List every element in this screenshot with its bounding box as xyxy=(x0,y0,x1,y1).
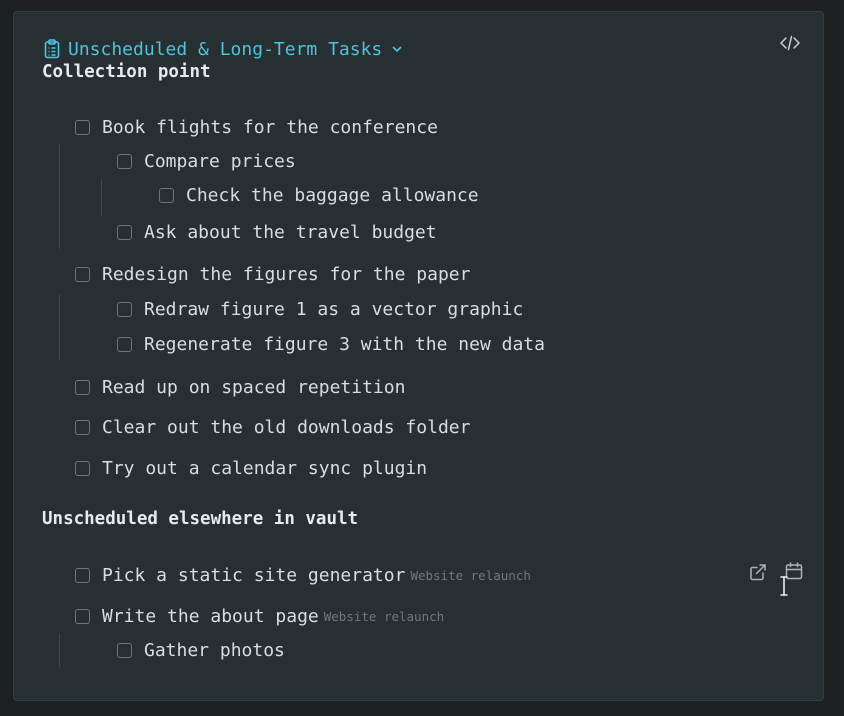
clipboard-list-icon xyxy=(44,39,60,59)
task-note-tag[interactable]: Website relaunch xyxy=(410,568,530,583)
query-title[interactable]: Unscheduled & Long-Term Tasks xyxy=(68,39,382,60)
task-checkbox[interactable] xyxy=(117,642,132,658)
section-title-unscheduled-elsewhere: Unscheduled elsewhere in vault xyxy=(42,509,359,529)
task-item: Regenerate figure 3 with the new data xyxy=(117,332,545,356)
task-note-tag[interactable]: Website relaunch xyxy=(324,609,444,624)
task-label: Regenerate figure 3 with the new data xyxy=(144,333,545,355)
code-icon[interactable] xyxy=(779,34,801,52)
task-item: Ask about the travel budget xyxy=(117,220,437,244)
indent-guide xyxy=(59,144,60,249)
task-checkbox[interactable] xyxy=(75,608,90,624)
task-item: Clear out the old downloads folder xyxy=(75,415,470,439)
task-label: Check the baggage allowance xyxy=(186,184,479,206)
task-checkbox[interactable] xyxy=(159,187,174,203)
task-label: Read up on spaced repetition xyxy=(102,376,406,398)
task-item: Write the about page Website relaunch xyxy=(75,604,444,628)
task-item: Read up on spaced repetition xyxy=(75,375,405,399)
task-item: Compare prices xyxy=(117,149,296,173)
text-cursor-icon xyxy=(780,576,788,596)
indent-guide xyxy=(59,294,60,360)
task-checkbox[interactable] xyxy=(117,153,132,169)
task-checkbox[interactable] xyxy=(117,336,132,352)
task-checkbox[interactable] xyxy=(117,224,132,240)
task-label: Pick a static site generator xyxy=(102,564,406,586)
indent-guide xyxy=(59,634,60,668)
chevron-down-icon[interactable] xyxy=(390,42,404,56)
task-checkbox[interactable] xyxy=(75,567,90,583)
task-item: Redesign the figures for the paper xyxy=(75,262,470,286)
task-label: Redraw figure 1 as a vector graphic xyxy=(144,298,524,320)
task-item: Gather photos xyxy=(117,638,285,662)
task-checkbox[interactable] xyxy=(75,266,90,282)
external-link-icon[interactable] xyxy=(748,562,768,582)
task-label: Clear out the old downloads folder xyxy=(102,416,471,438)
task-item: Try out a calendar sync plugin xyxy=(75,456,427,480)
task-label: Book flights for the conference xyxy=(102,116,438,138)
indent-guide xyxy=(101,179,102,216)
tasks-panel: Unscheduled & Long-Term Tasks Collection… xyxy=(13,11,824,701)
task-label: Ask about the travel budget xyxy=(144,221,437,243)
task-label: Write the about page xyxy=(102,605,319,627)
task-checkbox[interactable] xyxy=(75,379,90,395)
section-title-collection-point: Collection point xyxy=(42,62,211,82)
task-label: Redesign the figures for the paper xyxy=(102,263,471,285)
task-checkbox[interactable] xyxy=(117,301,132,317)
task-label: Compare prices xyxy=(144,150,296,172)
task-checkbox[interactable] xyxy=(75,419,90,435)
task-label: Try out a calendar sync plugin xyxy=(102,457,428,479)
task-checkbox[interactable] xyxy=(75,119,90,135)
task-item: Check the baggage allowance xyxy=(159,183,479,207)
query-header[interactable]: Unscheduled & Long-Term Tasks xyxy=(44,37,404,61)
task-checkbox[interactable] xyxy=(75,460,90,476)
task-label: Gather photos xyxy=(144,639,285,661)
task-item: Book flights for the conference xyxy=(75,115,438,139)
task-item: Redraw figure 1 as a vector graphic xyxy=(117,297,523,321)
task-item: Pick a static site generator Website rel… xyxy=(75,563,531,587)
